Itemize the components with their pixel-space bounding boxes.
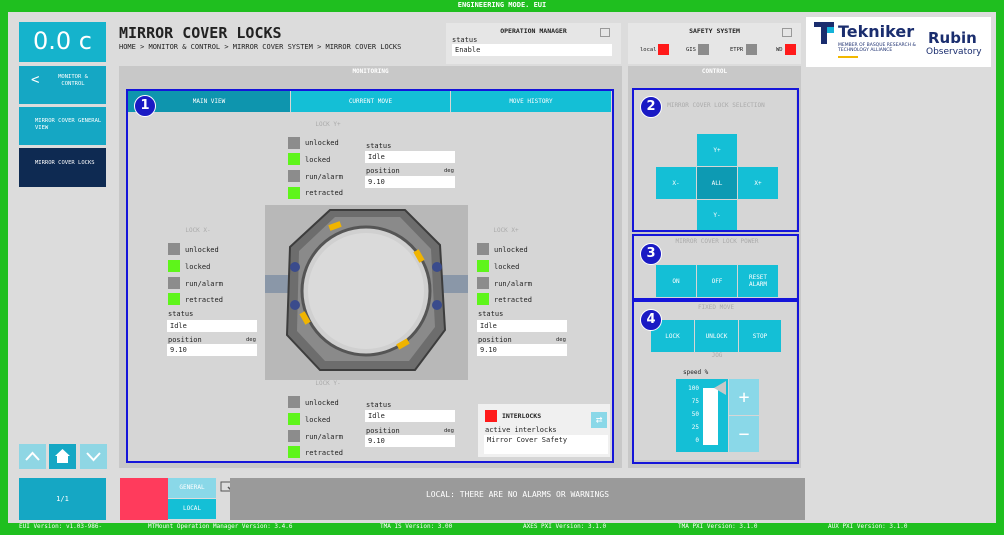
- home-icon: [55, 449, 70, 463]
- scroll-up-button[interactable]: [19, 444, 46, 469]
- breadcrumb[interactable]: HOME > MONITOR & CONTROL > MIRROR COVER …: [119, 43, 439, 52]
- operation-manager-panel: OPERATION MANAGER status Enable: [446, 23, 621, 64]
- safety-gis-indicator: [698, 44, 709, 55]
- safety-etpr-indicator: [746, 44, 757, 55]
- control-header: CONTROL: [701, 68, 728, 75]
- safety-system-panel: SAFETY SYSTEM local GIS ETPR WD: [628, 23, 801, 64]
- clock-display: 0.0 c: [19, 22, 106, 62]
- safety-local-indicator: [658, 44, 669, 55]
- scroll-down-button[interactable]: [80, 444, 107, 469]
- rubin-logo: Rubin: [928, 29, 977, 47]
- badge-1: 1: [134, 95, 156, 117]
- safety-etpr-label: ETPR: [730, 47, 744, 53]
- safety-gis-label: GIS: [686, 47, 696, 53]
- sidebar-item-label: MIRROR COVER GENERAL VIEW: [35, 118, 102, 131]
- badge-2: 2: [640, 96, 662, 118]
- tekniker-logo-icon: [814, 22, 834, 44]
- sidebar-item-monitor-control[interactable]: < MONITOR & CONTROL: [19, 66, 106, 104]
- badge-3: 3: [640, 243, 662, 265]
- badge-4: 4: [640, 309, 662, 331]
- sidebar-item-label: MIRROR COVER LOCKS: [35, 160, 95, 166]
- monitoring-header: MONITORING: [352, 68, 389, 75]
- alarm-indicator[interactable]: [120, 478, 168, 520]
- sidebar-item-locks[interactable]: MIRROR COVER LOCKS: [19, 148, 106, 187]
- sidebar-item-general-view[interactable]: MIRROR COVER GENERAL VIEW: [19, 107, 106, 145]
- operation-manager-title: OPERATION MANAGER: [500, 27, 567, 35]
- safety-system-title: SAFETY SYSTEM: [689, 27, 740, 35]
- app-title: ENGINEERING MODE. EUI: [457, 1, 547, 9]
- alarm-message-bar: LOCAL: THERE ARE NO ALARMS OR WARNINGS: [230, 478, 805, 520]
- highlight-box-1: [126, 89, 614, 463]
- local-button[interactable]: LOCAL: [168, 499, 216, 519]
- sidebar-item-label: MONITOR & CONTROL: [58, 74, 88, 87]
- chevron-left-icon: <: [31, 72, 40, 88]
- eui-version: EUI Version: v1.03-986-: [19, 523, 103, 530]
- om-status-value: Enable: [452, 44, 612, 56]
- safety-wd-indicator: [785, 44, 796, 55]
- rubin-logo-sub: Observatory: [926, 47, 982, 57]
- tma-pxi-version: TMA PXI Version: 3.1.0: [678, 523, 758, 530]
- expand-icon[interactable]: [600, 28, 610, 37]
- general-button[interactable]: GENERAL: [168, 478, 216, 498]
- tekniker-underline: [838, 56, 858, 58]
- page-title: MIRROR COVER LOCKS: [119, 24, 282, 42]
- safety-local-label: local: [640, 47, 657, 53]
- tekniker-logo: Tekniker: [838, 22, 915, 41]
- tma-is-version: TMA IS Version: 3.00: [380, 523, 453, 530]
- tekniker-tagline: MEMBER OF BASQUE RESEARCH & TECHNOLOGY A…: [838, 43, 916, 53]
- logo-area: Tekniker MEMBER OF BASQUE RESEARCH & TEC…: [806, 17, 991, 67]
- home-button[interactable]: [49, 444, 76, 469]
- aux-pxi-version: AUX PXI Version: 3.1.0: [828, 523, 908, 530]
- expand-icon[interactable]: [782, 28, 792, 37]
- safety-wd-label: WD: [776, 47, 783, 53]
- page-indicator: 1/1: [19, 478, 106, 520]
- version-footer: EUI Version: v1.03-986- MTMount Operatio…: [0, 523, 1004, 535]
- axes-pxi-version: AXES PXI Version: 3.1.0: [523, 523, 607, 530]
- om-status-label: status: [452, 36, 478, 44]
- mtmount-version: MTMount Operation Manager Version: 3.4.6: [148, 523, 293, 530]
